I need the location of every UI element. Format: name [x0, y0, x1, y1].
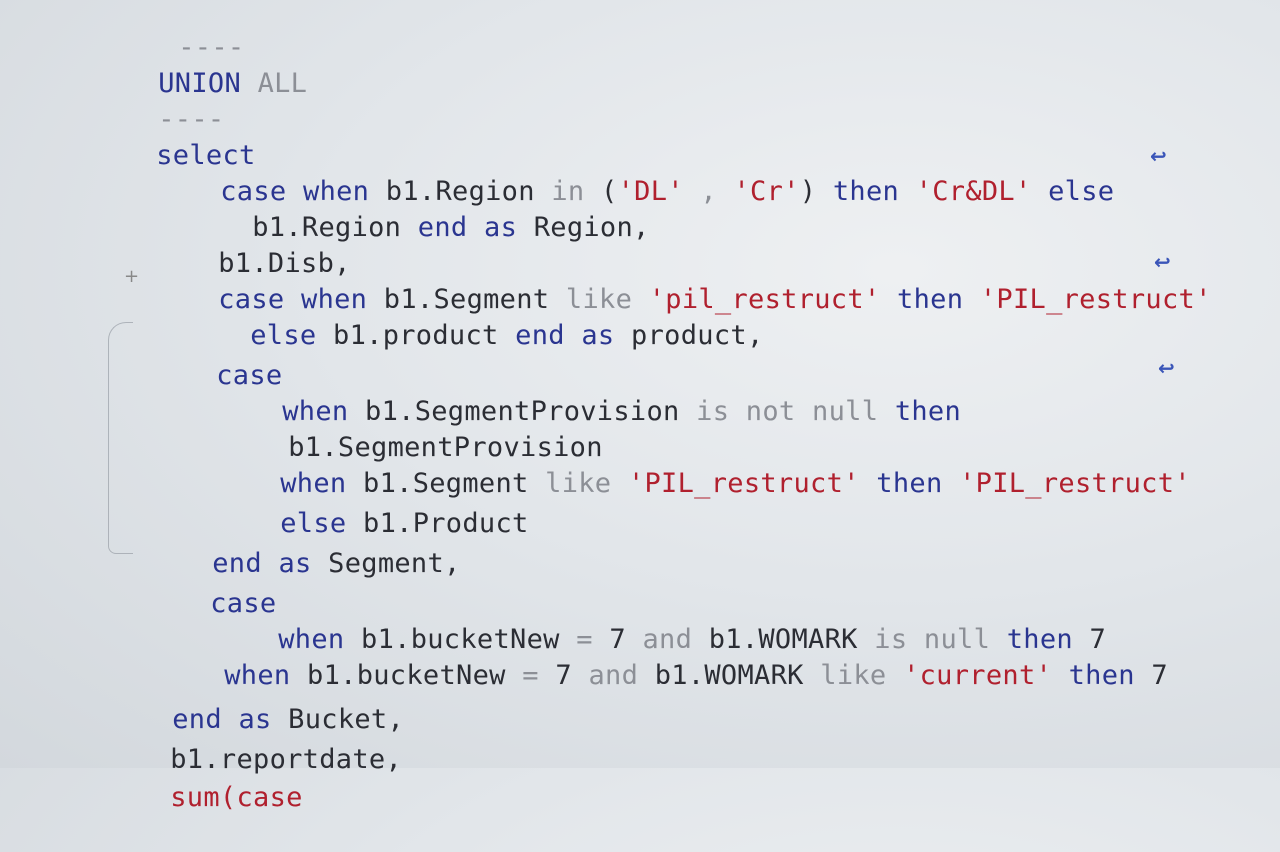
keyword: then	[876, 468, 943, 499]
keyword: then	[832, 176, 900, 207]
identifier: b1.product	[316, 320, 516, 351]
identifier: Region,	[517, 212, 650, 243]
number: 7	[538, 660, 589, 691]
code-line-cut-off: sum(case	[104, 744, 303, 852]
word-wrap-icon: ↩	[1150, 144, 1167, 168]
identifier: b1.WOMARK	[638, 660, 821, 691]
keyword: else	[1048, 176, 1115, 207]
keyword: end	[515, 320, 565, 351]
string-literal: 'PIL_restruct'	[979, 284, 1212, 315]
operator: and	[588, 660, 639, 691]
punctuation: )	[799, 176, 833, 207]
keyword: ALL	[241, 68, 308, 99]
keyword: then	[894, 396, 962, 427]
string-literal: 'Cr&DL'	[915, 176, 1032, 207]
identifier: Segment,	[311, 548, 461, 579]
pencil-bracket-mark	[108, 322, 133, 554]
word-wrap-icon: ↩	[1158, 356, 1175, 380]
number: 7	[1134, 660, 1168, 691]
keyword: then	[897, 284, 964, 315]
pencil-mark-icon: +	[124, 266, 140, 287]
string-literal: 'Cr'	[733, 176, 800, 207]
operator: =	[522, 660, 539, 691]
keyword: then	[1068, 660, 1135, 691]
operator: like	[820, 660, 887, 691]
operator: is not null	[696, 396, 879, 427]
string-literal: 'PIL_restruct'	[627, 468, 860, 499]
keyword: end	[417, 212, 468, 243]
word-wrap-icon: ↩	[1154, 250, 1171, 274]
punctuation: ,	[683, 176, 734, 207]
code-page: ---- UNION ALL ---- select case when b1.…	[0, 0, 1280, 813]
string-literal: 'PIL_restruct'	[959, 468, 1191, 499]
keyword: as	[278, 548, 312, 579]
keyword: as	[581, 320, 615, 351]
identifier: product,	[614, 320, 764, 351]
keyword: as	[484, 212, 518, 243]
operator: like	[545, 468, 612, 499]
string-literal: 'current'	[903, 660, 1053, 691]
identifier: sum(case	[170, 782, 303, 813]
